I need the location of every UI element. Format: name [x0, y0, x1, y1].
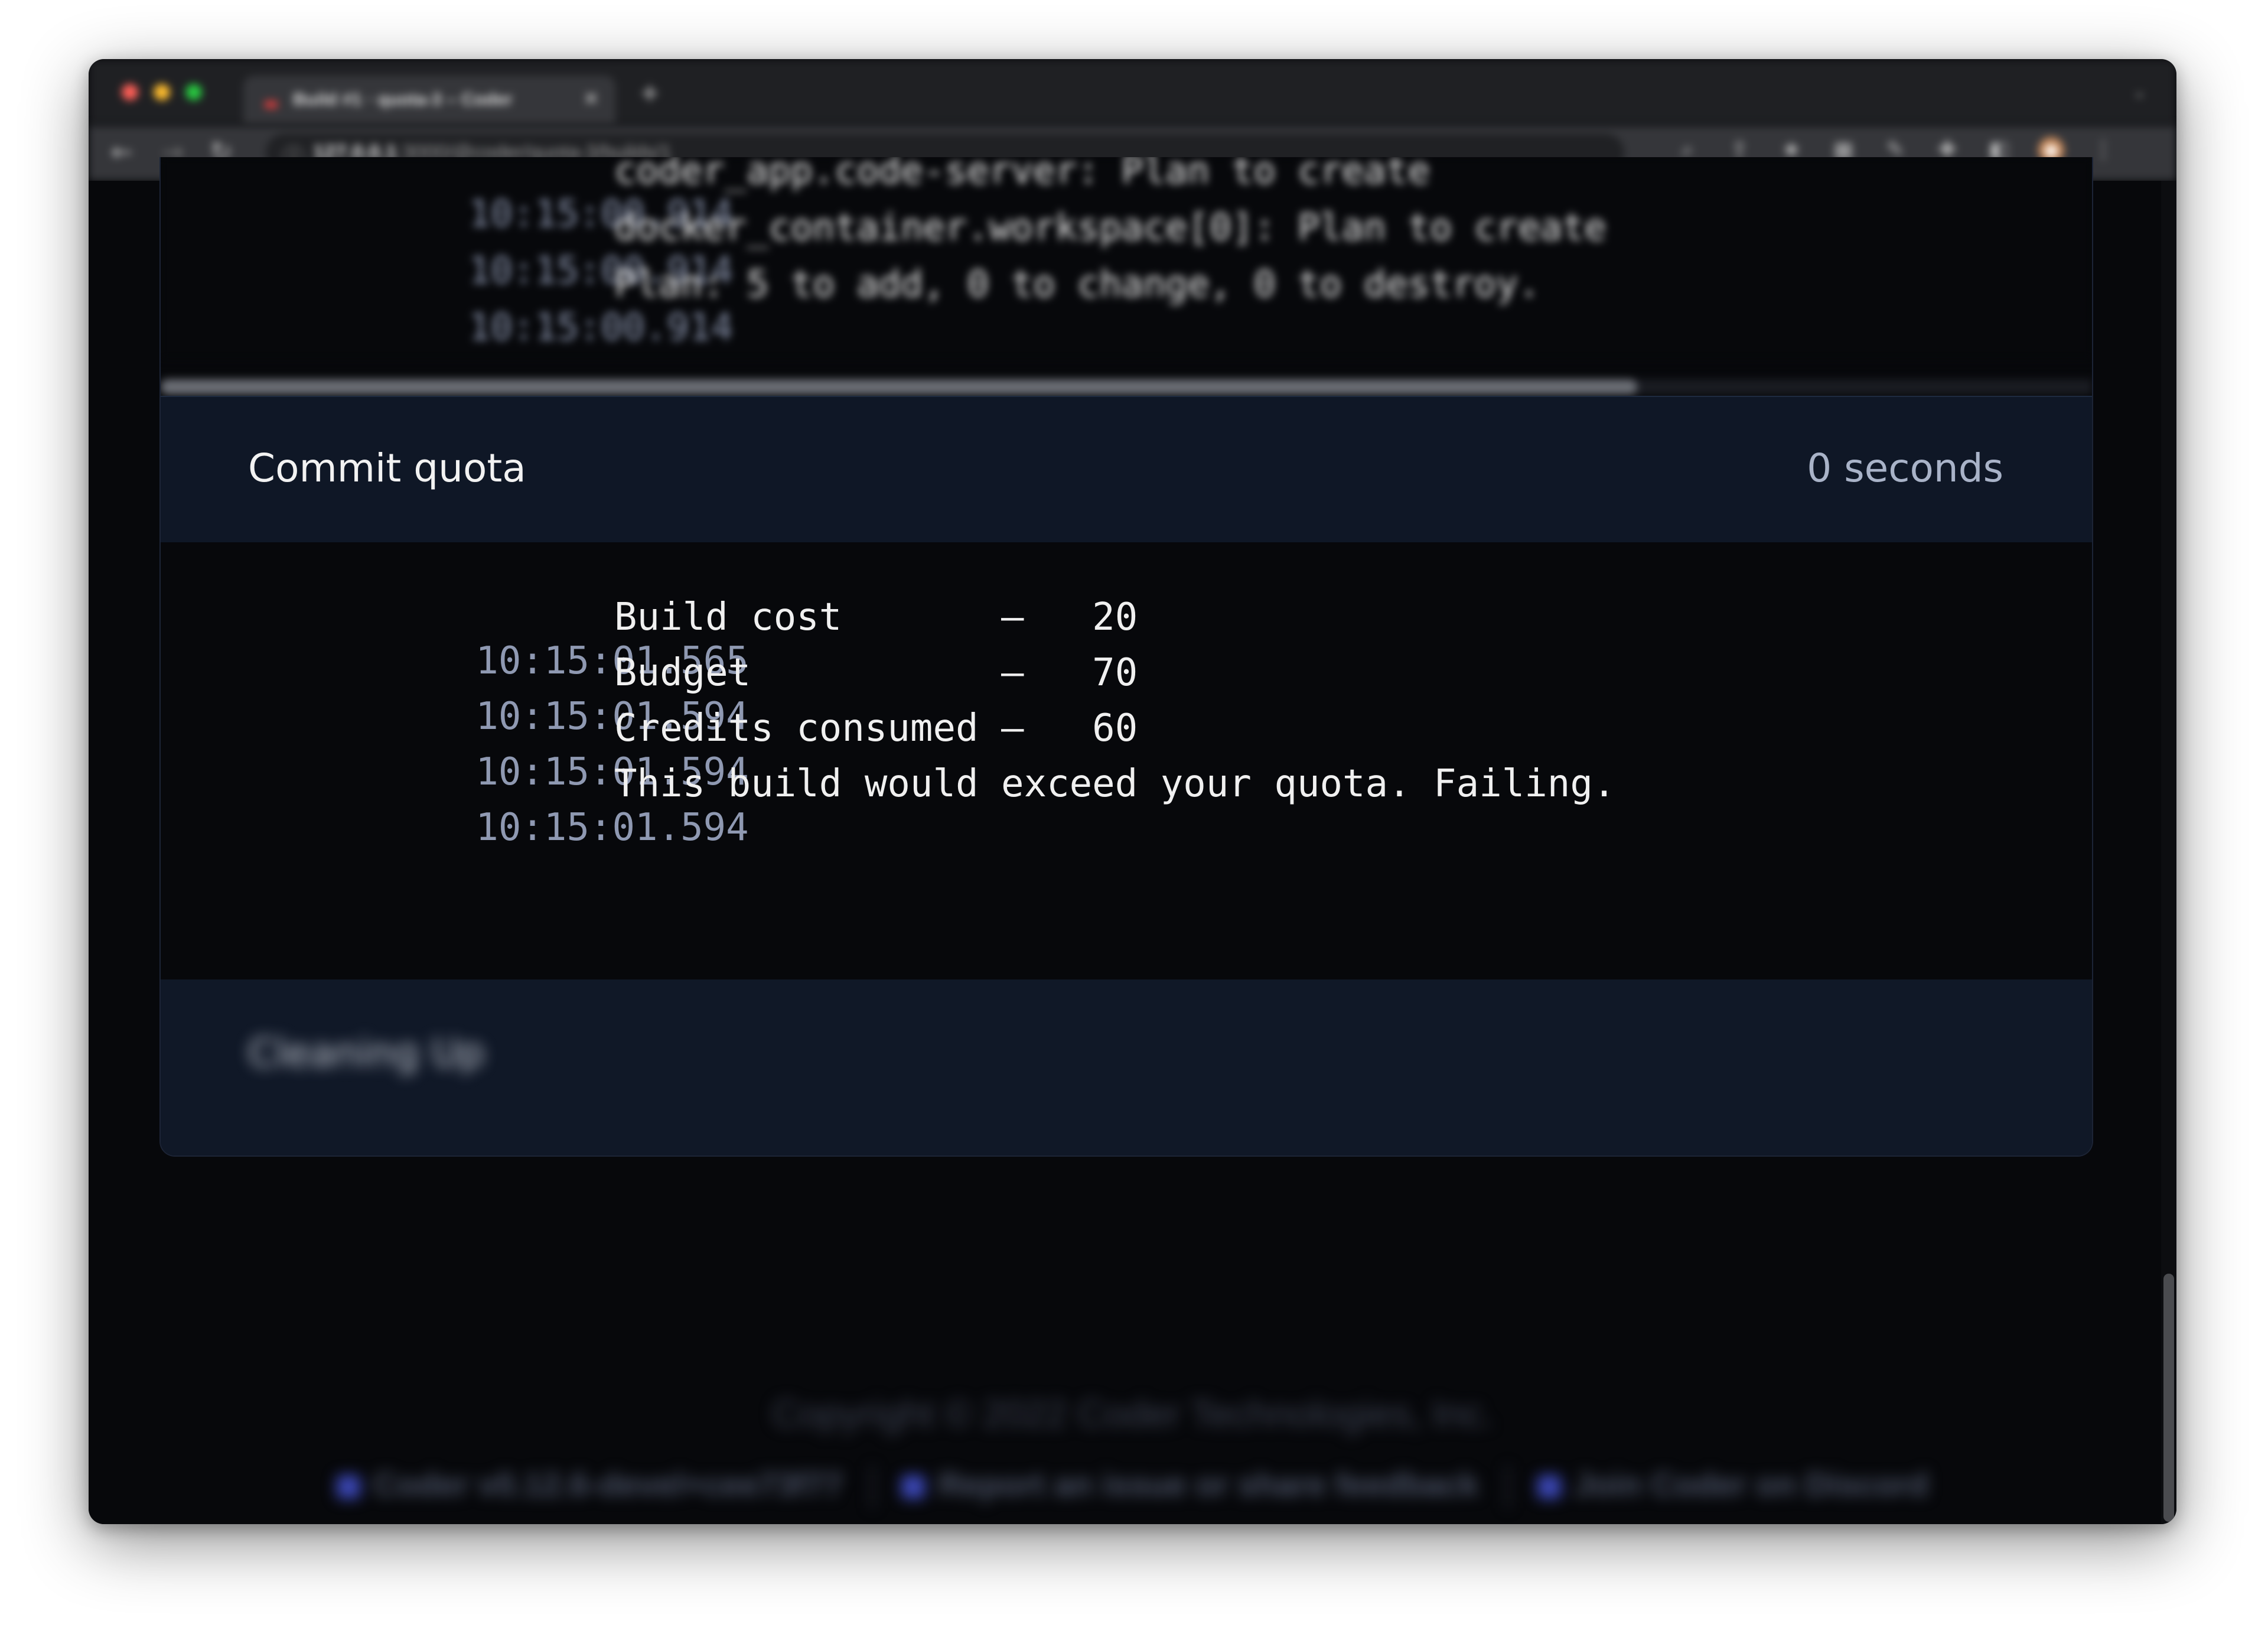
page-content: 10:15:00.914 coder_app.code-server: Plan …	[89, 157, 2176, 1524]
browser-tab[interactable]: Build #1 · quota-3 – Coder ×	[243, 76, 615, 125]
log-message: This build would exceed your quota. Fail…	[614, 762, 1616, 806]
tab-close-icon[interactable]: ×	[585, 86, 598, 112]
log-timestamp: 10:15:01.594	[475, 806, 749, 849]
log-horizontal-scrollbar-thumb[interactable]	[161, 379, 1637, 395]
commit-quota-log: 10:15:01.565 Build cost — 20 10:15:01.594…	[161, 542, 2092, 979]
stage-title: Cleaning Up	[248, 1030, 485, 1076]
stage-header-commit-quota[interactable]: Commit quota 0 seconds	[161, 396, 2092, 543]
log-line: 10:15:00.914 Plan: 5 to add, 0 to change,…	[468, 262, 1540, 349]
stage-header-cleaning-up[interactable]: Cleaning Up	[161, 979, 2092, 1155]
previous-stage-log: 10:15:00.914 coder_app.code-server: Plan …	[161, 157, 2092, 358]
footer-divider	[1507, 1466, 1510, 1509]
tab-search-chevron-icon[interactable]: ⌄	[2132, 82, 2147, 102]
log-message: Build cost — 20	[614, 595, 1138, 639]
coder-favicon-icon	[265, 100, 278, 109]
stage-title: Commit quota	[248, 445, 526, 491]
maximize-window-button[interactable]	[185, 84, 202, 100]
minimize-window-button[interactable]	[154, 84, 170, 100]
browser-window: Build #1 · quota-3 – Coder × + ⌄ ← → ↻ ⓘ…	[89, 59, 2176, 1524]
build-logs-card: 10:15:00.914 coder_app.code-server: Plan …	[159, 157, 2093, 1157]
discord-link[interactable]: Join Coder on Discord	[1574, 1466, 1929, 1503]
page-scrollbar[interactable]	[2161, 181, 2176, 1524]
footer-divider	[871, 1466, 874, 1509]
copyright-text: Copyright © 2022 Coder Technologies, Inc…	[772, 1392, 1493, 1435]
page-footer: Copyright © 2022 Coder Technologies, Inc…	[89, 1392, 2176, 1509]
footer-links: Coder v0.12.6-devel+cee73f77 Report an i…	[89, 1465, 2176, 1509]
stage-duration: 0 seconds	[1807, 445, 2003, 491]
log-message: Budget — 70	[614, 651, 1138, 695]
version-link[interactable]: Coder v0.12.6-devel+cee73f77	[373, 1466, 843, 1503]
report-issue-icon	[901, 1475, 926, 1499]
log-line: 10:15:01.594 This build would exceed your…	[248, 762, 1615, 893]
back-icon[interactable]: ←	[111, 137, 133, 167]
kebab-menu-icon[interactable]: ⋮	[2090, 137, 2116, 163]
log-horizontal-scrollbar[interactable]	[161, 379, 2092, 395]
report-issue-link[interactable]: Report an issue or share feedback	[938, 1466, 1478, 1503]
new-tab-button[interactable]: +	[641, 76, 659, 111]
tab-title: Build #1 · quota-3 – Coder	[293, 90, 513, 109]
log-message: Credits consumed — 60	[614, 707, 1138, 750]
coder-logo-icon	[336, 1475, 360, 1499]
discord-icon	[1537, 1475, 1561, 1499]
browser-titlebar: Build #1 · quota-3 – Coder × + ⌄	[89, 59, 2176, 125]
close-window-button[interactable]	[122, 84, 138, 100]
